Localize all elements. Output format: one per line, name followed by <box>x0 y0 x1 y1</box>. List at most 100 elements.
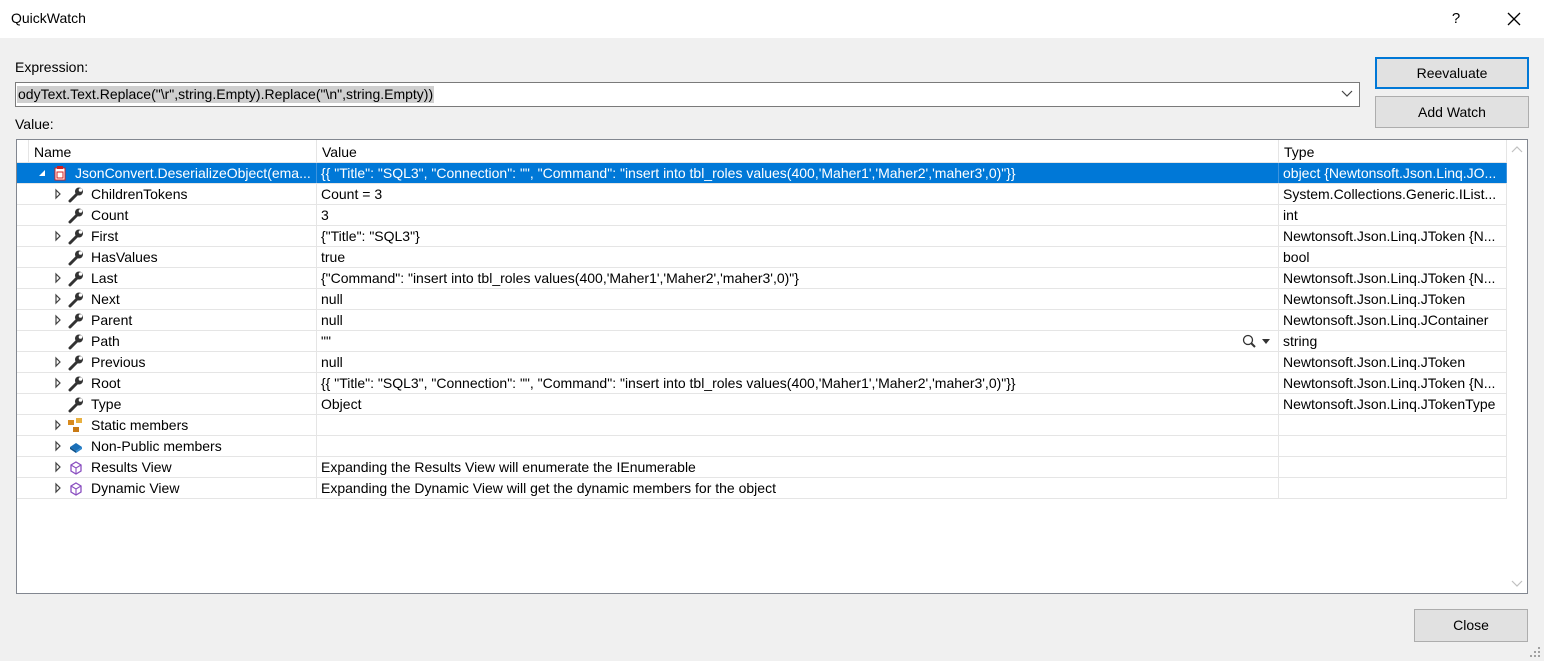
expand-triangle-icon[interactable] <box>53 373 65 393</box>
type-cell[interactable]: Newtonsoft.Json.Linq.JToken {N... <box>1279 268 1507 288</box>
scroll-down-icon[interactable] <box>1511 580 1523 588</box>
expand-triangle-icon[interactable] <box>53 478 65 498</box>
help-button[interactable]: ? <box>1440 0 1472 38</box>
name-cell[interactable]: Type <box>17 394 317 414</box>
type-cell[interactable]: Newtonsoft.Json.Linq.JToken {N... <box>1279 373 1507 393</box>
value-cell[interactable]: null <box>317 352 1279 372</box>
name-cell[interactable]: Count <box>17 205 317 225</box>
name-cell[interactable]: JsonConvert.DeserializeObject(ema... <box>17 163 317 183</box>
name-cell[interactable]: First <box>17 226 317 246</box>
table-row[interactable]: Previous null Newtonsoft.Json.Linq.JToken <box>17 352 1507 373</box>
row-name: Dynamic View <box>91 480 180 496</box>
type-cell[interactable]: Newtonsoft.Json.Linq.JTokenType <box>1279 394 1507 414</box>
row-type: object {Newtonsoft.Json.Linq.JO... <box>1283 165 1497 181</box>
chevron-down-icon[interactable] <box>1341 89 1353 99</box>
value-cell[interactable]: null <box>317 289 1279 309</box>
value-cell[interactable]: Count = 3 <box>317 184 1279 204</box>
expand-triangle-icon[interactable] <box>53 226 65 246</box>
type-cell[interactable] <box>1279 457 1507 477</box>
table-row[interactable]: Root {{ "Title": "SQL3", "Connection": ""… <box>17 373 1507 394</box>
table-row[interactable]: Static members <box>17 415 1507 436</box>
type-cell[interactable]: Newtonsoft.Json.Linq.JToken {N... <box>1279 226 1507 246</box>
watch-grid[interactable]: Name Value Type JsonConvert.DeserializeO… <box>16 139 1528 594</box>
name-cell[interactable]: Previous <box>17 352 317 372</box>
value-cell[interactable]: Expanding the Dynamic View will get the … <box>317 478 1279 498</box>
table-row[interactable]: Results View Expanding the Results View w… <box>17 457 1507 478</box>
row-type: string <box>1283 333 1318 349</box>
column-header-name[interactable]: Name <box>29 140 317 162</box>
name-cell[interactable]: Results View <box>17 457 317 477</box>
type-cell[interactable]: Newtonsoft.Json.Linq.JToken <box>1279 352 1507 372</box>
expand-triangle-icon[interactable] <box>53 415 65 435</box>
table-row[interactable]: HasValues true bool <box>17 247 1507 268</box>
table-row[interactable]: ChildrenTokens Count = 3 System.Collection… <box>17 184 1507 205</box>
table-row[interactable]: JsonConvert.DeserializeObject(ema... {{ "… <box>17 163 1507 184</box>
name-cell[interactable]: ChildrenTokens <box>17 184 317 204</box>
value-cell[interactable]: {"Title": "SQL3"} <box>317 226 1279 246</box>
name-cell[interactable]: Next <box>17 289 317 309</box>
type-cell[interactable]: string <box>1279 331 1507 351</box>
collapse-triangle-icon[interactable] <box>37 163 49 183</box>
expression-input[interactable]: odyText.Text.Replace("\r",string.Empty).… <box>17 86 435 103</box>
type-cell[interactable]: Newtonsoft.Json.Linq.JContainer <box>1279 310 1507 330</box>
type-cell[interactable]: System.Collections.Generic.IList... <box>1279 184 1507 204</box>
close-window-button[interactable] <box>1492 0 1538 38</box>
table-row[interactable]: Next null Newtonsoft.Json.Linq.JToken <box>17 289 1507 310</box>
expand-triangle-icon[interactable] <box>53 289 65 309</box>
dynamic-view-icon <box>67 480 85 497</box>
name-cell[interactable]: Parent <box>17 310 317 330</box>
expand-triangle-icon[interactable] <box>53 352 65 372</box>
table-row[interactable]: Non-Public members <box>17 436 1507 457</box>
property-icon <box>67 375 85 392</box>
value-cell[interactable]: 3 <box>317 205 1279 225</box>
reevaluate-button[interactable]: Reevaluate <box>1375 57 1529 89</box>
expand-triangle-icon[interactable] <box>53 268 65 288</box>
row-name: Path <box>91 333 120 349</box>
add-watch-button[interactable]: Add Watch <box>1375 96 1529 128</box>
column-header-value[interactable]: Value <box>317 140 1279 162</box>
value-cell[interactable]: {{ "Title": "SQL3", "Connection": "", "C… <box>317 373 1279 393</box>
expand-triangle-icon[interactable] <box>53 184 65 204</box>
row-name: HasValues <box>91 249 158 265</box>
table-row[interactable]: Count 3 int <box>17 205 1507 226</box>
table-row[interactable]: Type Object Newtonsoft.Json.Linq.JTokenTyp… <box>17 394 1507 415</box>
type-cell[interactable]: bool <box>1279 247 1507 267</box>
table-row[interactable]: Parent null Newtonsoft.Json.Linq.JContaine… <box>17 310 1507 331</box>
type-cell[interactable]: Newtonsoft.Json.Linq.JToken <box>1279 289 1507 309</box>
table-row[interactable]: Last {"Command": "insert into tbl_roles v… <box>17 268 1507 289</box>
value-cell[interactable]: "" <box>317 331 1279 351</box>
table-row[interactable]: Path "" string <box>17 331 1507 352</box>
value-cell[interactable]: {"Command": "insert into tbl_roles value… <box>317 268 1279 288</box>
value-cell[interactable]: null <box>317 310 1279 330</box>
type-cell[interactable] <box>1279 415 1507 435</box>
table-row[interactable]: First {"Title": "SQL3"} Newtonsoft.Json.Li… <box>17 226 1507 247</box>
column-header-type[interactable]: Type <box>1279 140 1507 162</box>
name-cell[interactable]: Static members <box>17 415 317 435</box>
type-cell[interactable] <box>1279 478 1507 498</box>
value-cell[interactable]: {{ "Title": "SQL3", "Connection": "", "C… <box>317 163 1279 183</box>
text-visualizer-magnifier-icon[interactable] <box>1241 334 1277 349</box>
name-cell[interactable]: Non-Public members <box>17 436 317 456</box>
expand-triangle-icon[interactable] <box>53 436 65 456</box>
resize-grip-icon[interactable] <box>1528 645 1542 659</box>
expand-triangle-icon[interactable] <box>53 457 65 477</box>
value-cell[interactable]: Object <box>317 394 1279 414</box>
name-cell[interactable]: Last <box>17 268 317 288</box>
expand-triangle-icon[interactable] <box>53 310 65 330</box>
name-cell[interactable]: Dynamic View <box>17 478 317 498</box>
type-cell[interactable] <box>1279 436 1507 456</box>
name-cell[interactable]: HasValues <box>17 247 317 267</box>
value-cell[interactable] <box>317 436 1279 456</box>
value-cell[interactable]: true <box>317 247 1279 267</box>
name-cell[interactable]: Root <box>17 373 317 393</box>
table-row[interactable]: Dynamic View Expanding the Dynamic View w… <box>17 478 1507 499</box>
type-cell[interactable]: object {Newtonsoft.Json.Linq.JO... <box>1279 163 1507 183</box>
vertical-scrollbar[interactable] <box>1507 140 1527 593</box>
value-cell[interactable] <box>317 415 1279 435</box>
name-cell[interactable]: Path <box>17 331 317 351</box>
expression-combobox[interactable]: odyText.Text.Replace("\r",string.Empty).… <box>15 82 1360 107</box>
type-cell[interactable]: int <box>1279 205 1507 225</box>
scroll-up-icon[interactable] <box>1511 146 1523 154</box>
close-button[interactable]: Close <box>1414 609 1528 642</box>
value-cell[interactable]: Expanding the Results View will enumerat… <box>317 457 1279 477</box>
